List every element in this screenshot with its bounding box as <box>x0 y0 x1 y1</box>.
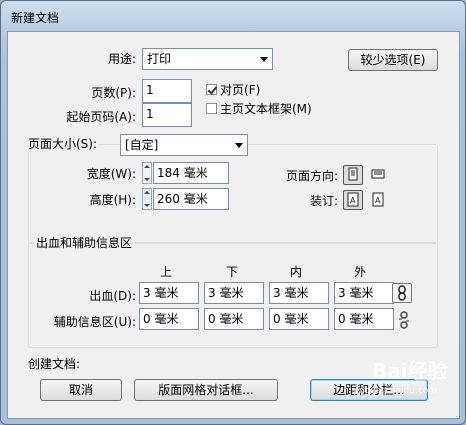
window-title: 新建文档 <box>11 11 60 25</box>
col-top-label: 上 <box>160 265 173 279</box>
col-outside-label: 外 <box>354 265 367 279</box>
slug-outside-input[interactable]: 0 毫米 <box>334 308 394 330</box>
purpose-label: 用途: <box>107 52 136 66</box>
col-inside-label: 内 <box>290 265 303 279</box>
binding-right-button[interactable]: A <box>368 190 388 210</box>
bleed-label: 出血(D): <box>89 289 136 303</box>
binding-right-icon: A <box>372 192 384 207</box>
pages-input[interactable]: 1 <box>142 79 192 103</box>
col-bottom-label: 下 <box>226 265 239 279</box>
dialog-body: 用途: 打印 较少选项(E) 页数(P): 1 对页(F) 起始页码(A): 1… <box>7 31 460 419</box>
page-size-select-value: [自定] <box>125 138 159 152</box>
svg-text:A: A <box>350 196 356 205</box>
arrow-down-icon[interactable] <box>144 204 150 207</box>
binding-left-icon: A <box>347 192 359 207</box>
cancel-button[interactable]: 取消 <box>40 379 122 401</box>
purpose-select[interactable]: 打印 <box>142 48 273 70</box>
master-text-frame-checkbox[interactable] <box>206 103 217 114</box>
slug-link-button[interactable] <box>396 311 412 329</box>
bleed-top-input[interactable]: 3 毫米 <box>139 282 199 304</box>
page-size-select[interactable]: [自定] <box>120 134 248 156</box>
broken-chain-link-icon <box>399 311 409 329</box>
fewer-options-button[interactable]: 较少选项(E) <box>348 49 438 71</box>
chevron-down-icon <box>260 57 268 62</box>
bleed-link-button[interactable] <box>392 283 412 303</box>
slug-top-input[interactable]: 0 毫米 <box>139 308 199 330</box>
svg-text:A: A <box>375 196 381 205</box>
chevron-down-icon <box>235 143 243 148</box>
binding-label: 装订: <box>309 194 338 208</box>
new-document-dialog: 新建文档 用途: 打印 较少选项(E) 页数(P): 1 对页(F) 起始页码(… <box>0 0 466 425</box>
height-label: 高度(H): <box>89 193 136 207</box>
binding-left-button[interactable]: A <box>343 190 363 210</box>
width-label: 宽度(W): <box>86 167 136 181</box>
bleed-inside-input[interactable]: 3 毫米 <box>269 282 329 304</box>
facing-pages-label: 对页(F) <box>220 83 261 97</box>
watermark-logo: Bai经验 <box>372 359 448 383</box>
bleed-bottom-input[interactable]: 3 毫米 <box>204 282 264 304</box>
arrow-up-icon[interactable] <box>144 165 150 168</box>
height-stepper[interactable] <box>142 188 152 210</box>
landscape-icon <box>371 169 385 179</box>
bleed-outside-input[interactable]: 3 毫米 <box>334 282 394 304</box>
width-stepper[interactable] <box>142 162 152 184</box>
create-document-label: 创建文档: <box>28 357 81 371</box>
start-page-label: 起始页码(A): <box>66 110 136 124</box>
bleed-slug-title: 出血和辅助信息区 <box>34 235 135 251</box>
arrow-down-icon[interactable] <box>144 178 150 181</box>
slug-label: 辅助信息区(U): <box>53 315 136 329</box>
chain-link-icon <box>398 285 406 301</box>
layout-grid-dialog-button[interactable]: 版面网格对话框... <box>134 379 278 401</box>
portrait-icon <box>348 167 358 181</box>
title-bar: 新建文档 <box>1 1 465 29</box>
slug-bottom-input[interactable]: 0 毫米 <box>204 308 264 330</box>
facing-pages-checkbox[interactable] <box>206 84 217 95</box>
landscape-button[interactable] <box>368 165 388 185</box>
pages-label: 页数(P): <box>91 86 136 100</box>
purpose-select-value: 打印 <box>147 52 172 66</box>
start-page-input[interactable]: 1 <box>142 103 192 127</box>
page-size-label: 页面大小(S): <box>26 136 100 152</box>
arrow-up-icon[interactable] <box>144 191 150 194</box>
height-input[interactable]: 260 毫米 <box>153 188 229 210</box>
watermark-url: jingyan.baidu.com <box>354 386 438 396</box>
portrait-button[interactable] <box>343 165 363 185</box>
master-text-frame-label: 主页文本框架(M) <box>220 102 312 116</box>
width-input[interactable]: 184 毫米 <box>153 162 229 184</box>
slug-inside-input[interactable]: 0 毫米 <box>269 308 329 330</box>
orientation-label: 页面方向: <box>285 169 338 183</box>
